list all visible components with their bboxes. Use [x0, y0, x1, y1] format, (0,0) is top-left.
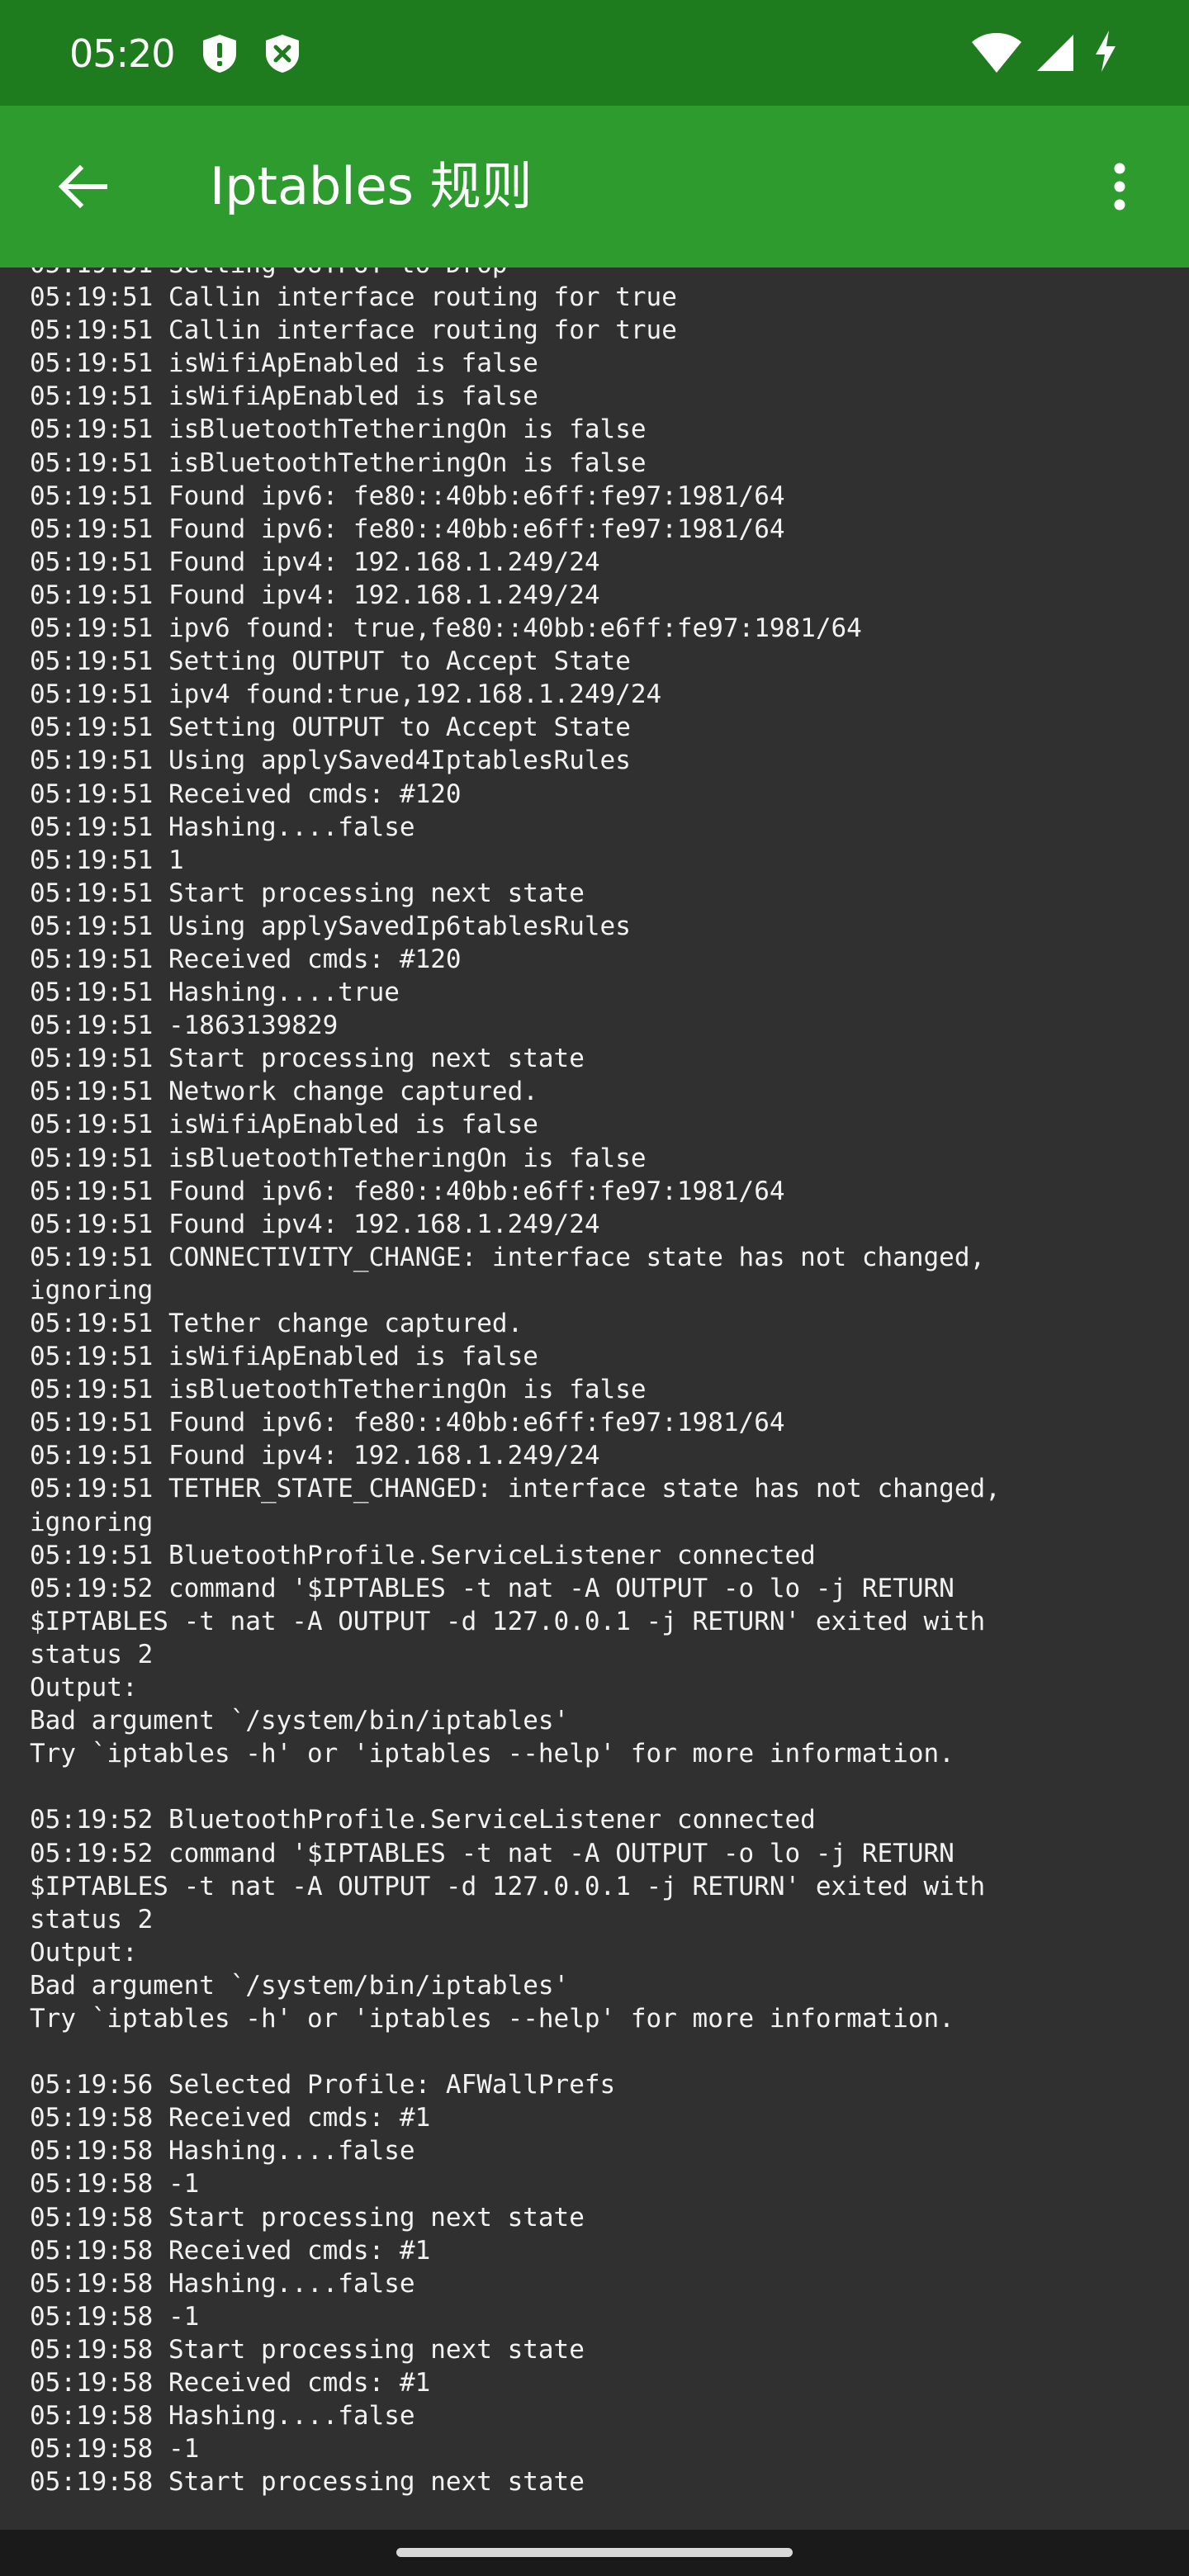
log-line: 05:19:51 Setting OUTPUT to Accept State [30, 646, 631, 677]
log-line: 05:19:51 Using applySavedIp6tablesRules [30, 911, 631, 941]
log-line: 05:19:58 -1 [30, 2301, 200, 2332]
log-text: 05:19:51 Setting OUTPUT to Drop 05:19:51… [30, 268, 1169, 2498]
log-line: 05:19:58 Start processing next state [30, 2202, 585, 2233]
status-bar: 05:20 [0, 0, 1189, 106]
log-line: 05:19:51 Callin interface routing for tr… [30, 315, 677, 346]
log-line: 05:19:51 isBluetoothTetheringOn is false [30, 447, 647, 478]
log-line: 05:19:51 Found ipv6: fe80::40bb:e6ff:fe9… [30, 481, 785, 511]
log-line: 05:19:51 TETHER_STATE_CHANGED: interface… [30, 1474, 1001, 1504]
log-line: 05:19:51 Tether change captured. [30, 1309, 523, 1338]
log-line: 05:19:51 isWifiApEnabled is false [30, 1110, 538, 1140]
log-line: $IPTABLES -t nat -A OUTPUT -d 127.0.0.1 … [30, 1871, 986, 1901]
log-line: 05:19:51 Found ipv6: fe80::40bb:e6ff:fe9… [30, 514, 785, 544]
battery-charging-icon [1092, 30, 1120, 76]
log-line: 05:19:58 Hashing....false [30, 2268, 415, 2299]
log-line: $IPTABLES -t nat -A OUTPUT -d 127.0.0.1 … [30, 1606, 986, 1636]
log-line: ignoring [30, 1275, 154, 1305]
log-line: 05:19:51 isBluetoothTetheringOn is false [30, 1143, 647, 1173]
log-line: 05:19:58 Received cmds: #1 [30, 2235, 431, 2266]
log-line: 05:19:51 CONNECTIVITY_CHANGE: interface … [30, 1242, 986, 1272]
log-line: 05:19:51 Callin interface routing for tr… [30, 282, 677, 313]
log-line: 05:19:51 Hashing....false [30, 812, 415, 842]
log-line: 05:19:51 Using applySaved4IptablesRules [30, 746, 631, 776]
more-vert-icon [1114, 163, 1125, 211]
log-line: 05:19:56 Selected Profile: AFWallPrefs [30, 2070, 616, 2100]
blocked-shield-icon [263, 33, 302, 74]
wifi-icon [971, 31, 1022, 78]
arrow-back-icon [58, 164, 107, 209]
log-line: 05:19:51 Found ipv6: fe80::40bb:e6ff:fe9… [30, 1176, 785, 1206]
log-line: 05:19:51 Received cmds: #120 [30, 944, 462, 974]
log-line: 05:19:58 Hashing....false [30, 2136, 415, 2166]
log-line: 05:19:51 -1863139829 [30, 1011, 339, 1041]
log-line: status 2 [30, 1904, 154, 1934]
log-line: 05:19:58 -1 [30, 2169, 200, 2200]
log-line: 05:19:51 Setting OUTPUT to Drop [30, 268, 508, 279]
log-line: 05:19:52 command '$IPTABLES -t nat -A OU… [30, 1573, 955, 1603]
app-bar: Iptables 规则 [0, 106, 1189, 268]
log-scroll-area[interactable]: 05:19:51 Setting OUTPUT to Drop 05:19:51… [0, 268, 1189, 2530]
log-line: 05:19:51 Hashing....true [30, 978, 400, 1008]
log-line: 05:19:51 Network change captured. [30, 1077, 538, 1107]
log-line: 05:19:51 isBluetoothTetheringOn is false [30, 414, 647, 445]
log-line: 05:19:51 Setting OUTPUT to Accept State [30, 713, 631, 743]
log-line: Output: [30, 1937, 138, 1968]
log-line: 05:19:58 Received cmds: #1 [30, 2103, 431, 2133]
log-line: 05:19:52 command '$IPTABLES -t nat -A OU… [30, 1838, 955, 1868]
alert-shield-icon [200, 33, 239, 74]
log-line: 05:19:51 Found ipv4: 192.168.1.249/24 [30, 1209, 600, 1239]
log-line: 05:19:51 isWifiApEnabled is false [30, 348, 538, 379]
log-line: 05:19:51 isBluetoothTetheringOn is false [30, 1375, 647, 1405]
log-line: 05:19:51 BluetoothProfile.ServiceListene… [30, 1540, 816, 1570]
log-line: 05:19:58 Start processing next state [30, 2467, 585, 2498]
log-line: Bad argument `/system/bin/iptables' [30, 1706, 570, 1736]
cellular-signal-icon [1035, 33, 1075, 76]
log-line: 05:19:51 Found ipv6: fe80::40bb:e6ff:fe9… [30, 1408, 785, 1438]
log-line: 05:19:51 1 [30, 845, 184, 875]
log-line: 05:19:51 Found ipv4: 192.168.1.249/24 [30, 1441, 600, 1471]
log-line: 05:19:58 Received cmds: #1 [30, 2368, 431, 2398]
more-options-button[interactable] [1080, 147, 1159, 226]
log-line: 05:19:51 Found ipv4: 192.168.1.249/24 [30, 580, 600, 610]
log-line: Try `iptables -h' or 'iptables --help' f… [30, 2003, 955, 2034]
status-time: 05:20 [69, 31, 176, 76]
gesture-handle[interactable] [396, 2548, 793, 2557]
log-line: 05:19:58 Hashing....false [30, 2401, 415, 2432]
log-line: 05:19:51 ipv4 found:true,192.168.1.249/2… [30, 680, 662, 710]
log-line: Output: [30, 1673, 138, 1703]
log-line: 05:19:51 isWifiApEnabled is false [30, 381, 538, 412]
log-line: Bad argument `/system/bin/iptables' [30, 1970, 570, 2001]
log-line: status 2 [30, 1639, 154, 1669]
log-line: 05:19:51 isWifiApEnabled is false [30, 1342, 538, 1372]
log-line: 05:19:51 Start processing next state [30, 1044, 585, 1074]
log-line: 05:19:51 ipv6 found: true,fe80::40bb:e6f… [30, 613, 862, 644]
page-title: Iptables 规则 [210, 156, 533, 216]
log-line: 05:19:51 Received cmds: #120 [30, 779, 462, 809]
navigation-bar [0, 2530, 1189, 2576]
log-line: 05:19:52 BluetoothProfile.ServiceListene… [30, 1805, 816, 1835]
log-line: 05:19:58 Start processing next state [30, 2334, 585, 2365]
log-line: 05:19:51 Start processing next state [30, 878, 585, 908]
log-line: 05:19:51 Found ipv4: 192.168.1.249/24 [30, 547, 600, 577]
log-line: 05:19:58 -1 [30, 2434, 200, 2465]
log-line: ignoring [30, 1507, 154, 1537]
log-line: Try `iptables -h' or 'iptables --help' f… [30, 1739, 955, 1769]
back-button[interactable] [43, 147, 122, 226]
